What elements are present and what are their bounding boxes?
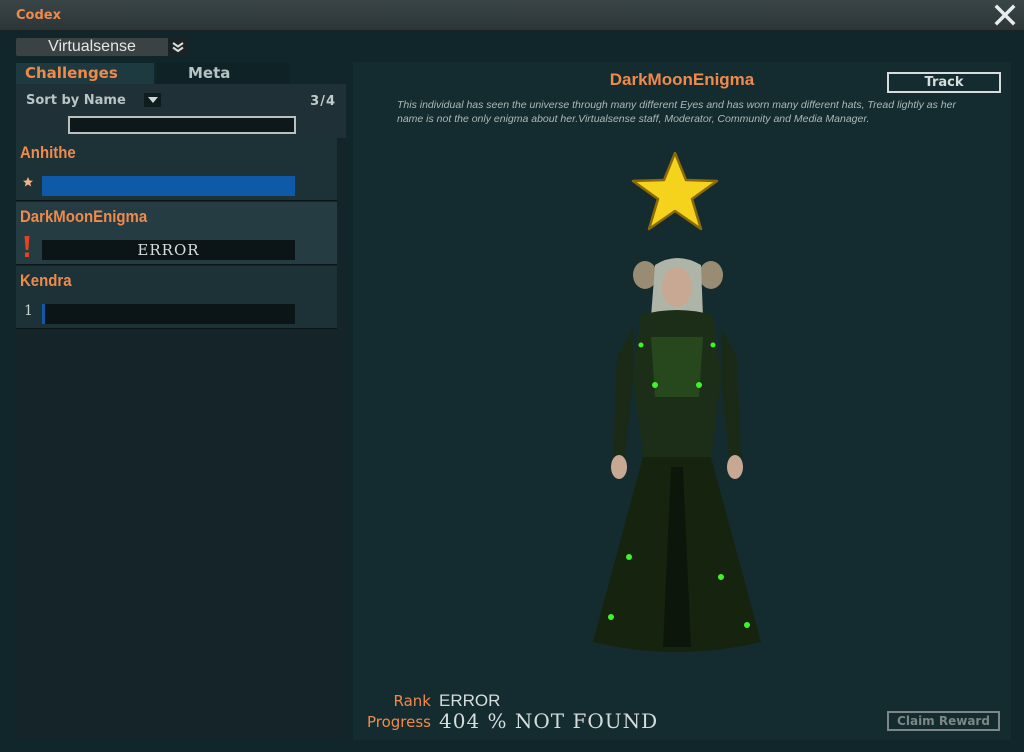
list-item-name: DarkMoonEnigma [20,207,148,226]
list-item-name: Anhithe [20,143,76,162]
challenge-list: Anhithe DarkMoonEnigma ERROR Kendra 1 [16,138,346,740]
window-titlebar: Codex [0,0,1024,31]
sort-dropdown-icon [147,96,158,103]
close-icon [994,4,1016,26]
window-title: Codex [16,8,61,23]
rank-star-icon [631,151,719,231]
alert-icon [22,236,36,257]
sort-dropdown-button[interactable] [144,93,161,107]
chevron-down-icon [172,42,184,53]
account-dropdown-value: Virtualsense [48,38,136,55]
close-button[interactable] [994,3,1016,27]
challenge-count: 3/4 [310,94,336,109]
account-dropdown[interactable]: Virtualsense [16,38,188,56]
progress-bar-fill [42,176,295,196]
progress-bar-fill [42,304,45,324]
rank-label: Rank [393,692,431,710]
challenge-list-panel: Sort by Name 3/4 Anhithe DarkMoonEnigma [16,84,346,740]
progress-bar [42,304,295,324]
search-input[interactable] [68,116,296,134]
list-item-name: Kendra [20,271,72,290]
progress-bar-text: ERROR [137,241,200,259]
progress-bar [42,176,295,196]
tab-meta[interactable]: Meta [156,63,290,84]
challenge-detail-panel: DarkMoonEnigma Track This individual has… [353,62,1011,740]
list-item-darkmoonenigma[interactable]: DarkMoonEnigma ERROR [16,202,337,265]
detail-description: This individual has seen the universe th… [397,99,956,125]
track-button[interactable]: Track [887,72,1001,93]
list-item-kendra[interactable]: Kendra 1 [16,266,337,329]
sort-label: Sort by Name [26,93,126,108]
progress-label: Progress [366,713,431,731]
progress-bar: ERROR [42,240,295,260]
rank-value: ERROR [439,691,501,710]
list-item-rank: 1 [24,303,33,319]
list-item-anhithe[interactable]: Anhithe [16,138,337,201]
progress-value: 404 % NOT FOUND [439,709,659,733]
claim-reward-button[interactable]: Claim Reward [887,711,1000,731]
character-model [593,258,761,652]
dropdown-toggle[interactable] [168,38,188,56]
tab-challenges[interactable]: Challenges [16,63,154,84]
star-icon [22,176,36,192]
